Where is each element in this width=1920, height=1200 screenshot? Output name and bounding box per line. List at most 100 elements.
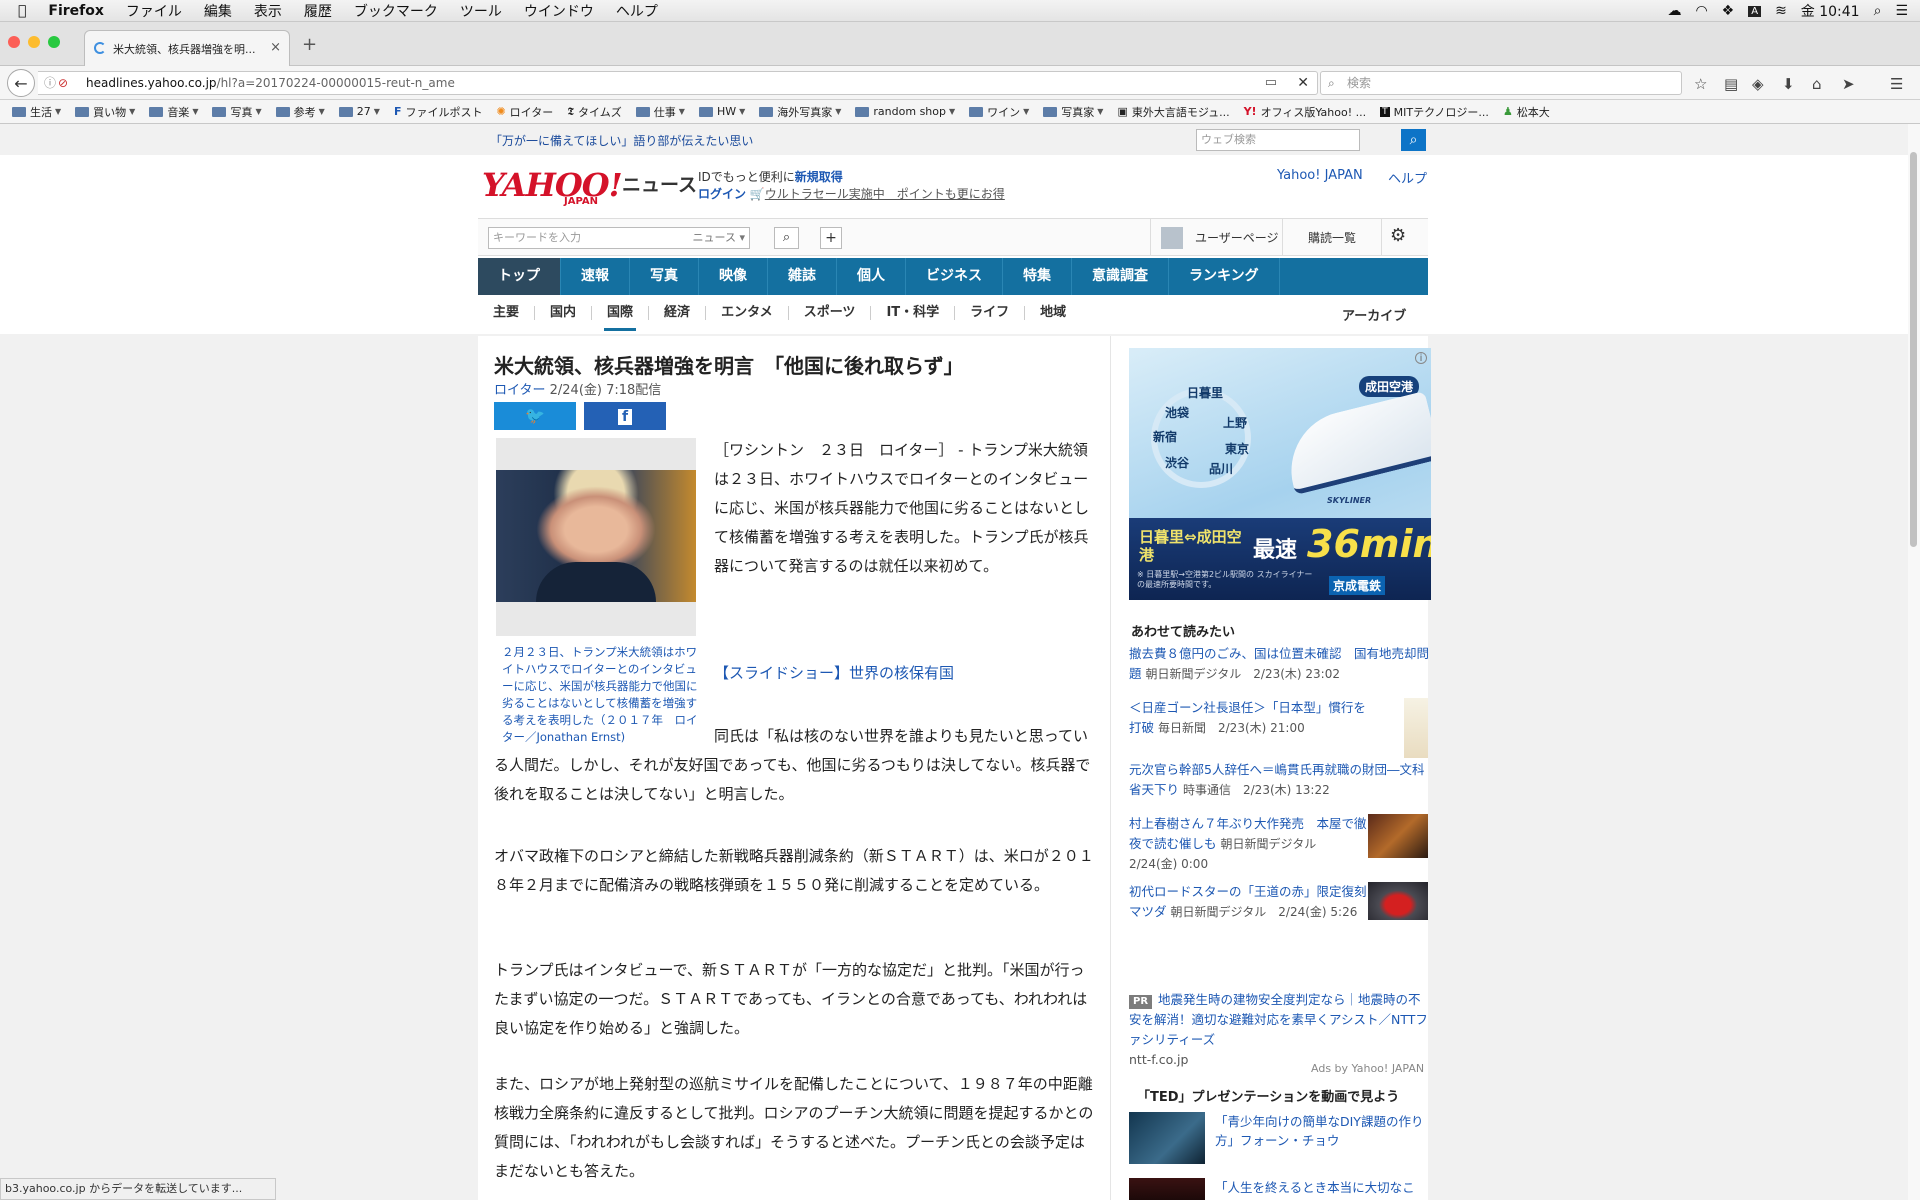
bookmark-folder[interactable]: 生活 ▼ <box>12 104 61 120</box>
share-icon[interactable]: ➤ <box>1842 75 1855 93</box>
menu-view[interactable]: 表示 <box>254 1 282 21</box>
bookmark-folder[interactable]: 買い物 ▼ <box>75 104 135 120</box>
add-button[interactable]: + <box>820 227 842 249</box>
hamburger-menu-icon[interactable]: ☰ <box>1890 75 1903 93</box>
bookmark-folder[interactable]: 写真 ▼ <box>212 104 262 120</box>
gear-icon[interactable]: ⚙ <box>1390 225 1406 246</box>
gnav-photo[interactable]: 写真 <box>630 258 699 295</box>
minimize-window-button[interactable] <box>28 36 40 48</box>
close-window-button[interactable] <box>8 36 20 48</box>
menu-bookmarks[interactable]: ブックマーク <box>354 1 438 21</box>
subscriptions-link[interactable]: 購読一覧 <box>1282 219 1382 256</box>
ultra-sale-link[interactable]: ウルトラセール実施中 ポイントも更にお得 <box>765 187 1005 201</box>
tab-sports[interactable]: スポーツ <box>789 295 871 331</box>
bookmark-folder[interactable]: ワイン ▼ <box>969 104 1029 120</box>
bookmark-link[interactable]: Y! オフィス版Yahoo! ... <box>1244 104 1367 120</box>
gnav-flash[interactable]: 速報 <box>561 258 630 295</box>
home-icon[interactable]: ⌂ <box>1812 75 1822 93</box>
pocket-icon[interactable]: ◈ <box>1752 75 1764 93</box>
tracking-shield-icon[interactable]: ⊘ <box>58 72 68 94</box>
input-method-icon[interactable]: A <box>1748 5 1762 17</box>
scrollbar-thumb[interactable] <box>1910 152 1917 547</box>
facebook-share-button[interactable]: f <box>584 402 666 430</box>
slideshow-link[interactable]: 【スライドショー】世界の核保有国 <box>714 662 954 683</box>
new-tab-button[interactable]: + <box>302 34 317 55</box>
bookmark-link[interactable]: ✺ ロイター <box>496 104 553 120</box>
gnav-video[interactable]: 映像 <box>699 258 768 295</box>
notification-center-icon[interactable]: ☰ <box>1895 3 1908 19</box>
browser-search-field[interactable]: ⌕ 検索 <box>1320 71 1682 95</box>
wifi-status-icon[interactable]: ◠ <box>1695 3 1707 19</box>
menu-help[interactable]: ヘルプ <box>616 1 658 21</box>
related-thumbnail[interactable] <box>1368 814 1428 858</box>
apple-icon[interactable]:  <box>18 3 26 19</box>
web-search-input[interactable]: ウェブ検索 <box>1196 129 1360 151</box>
ad-info-icon[interactable]: i <box>1415 352 1427 364</box>
menu-file[interactable]: ファイル <box>126 1 182 21</box>
bookmark-link[interactable]: F ファイルポスト <box>394 104 483 120</box>
tab-domestic[interactable]: 国内 <box>535 295 591 331</box>
tab-economy[interactable]: 経済 <box>649 295 705 331</box>
clock[interactable]: 金 10:41 <box>1801 1 1860 21</box>
article-photo[interactable] <box>496 470 696 602</box>
bookmark-link[interactable]: T MITテクノロジー... <box>1380 104 1489 120</box>
ads-by-label[interactable]: Ads by Yahoo! JAPAN <box>1311 1062 1424 1075</box>
related-item[interactable]: 元次官ら幹部5人辞任へ＝嶋貫氏再就職の財団―文科省天下り 時事通信 2/23(木… <box>1129 760 1429 800</box>
tab-life[interactable]: ライフ <box>955 295 1024 331</box>
yahoo-logo[interactable]: YAHOO! <box>482 166 623 204</box>
bookmark-folder[interactable]: HW ▼ <box>698 105 745 118</box>
web-search-button[interactable]: ⌕ <box>1401 129 1426 151</box>
menu-edit[interactable]: 編集 <box>204 1 232 21</box>
menu-app-name[interactable]: Firefox <box>48 3 104 19</box>
tab-local[interactable]: 地域 <box>1025 295 1081 331</box>
bookmark-folder[interactable]: 写真家 ▼ <box>1043 104 1103 120</box>
gnav-business[interactable]: ビジネス <box>906 258 1003 295</box>
tab-international[interactable]: 国際 <box>592 295 648 331</box>
keyword-search-button[interactable]: ⌕ <box>774 227 799 249</box>
gnav-magazine[interactable]: 雑誌 <box>768 258 837 295</box>
tab-active[interactable]: 米大統領、核兵器増強を明... × <box>84 30 290 66</box>
bookmark-link[interactable]: 𝕿 タイムズ <box>567 104 622 120</box>
page-scrollbar[interactable] <box>1908 124 1920 1200</box>
bookmark-folder[interactable]: 仕事 ▼ <box>635 104 685 120</box>
related-item[interactable]: 村上春樹さん７年ぶり大作発売 本屋で徹夜で読む催しも 朝日新聞デジタル 2/24… <box>1129 814 1367 874</box>
zoom-window-button[interactable] <box>48 36 60 48</box>
bookmark-folder[interactable]: random shop ▼ <box>855 105 955 118</box>
stop-loading-icon[interactable]: ✕ <box>1297 72 1309 94</box>
creative-cloud-icon[interactable]: ☁ <box>1667 3 1681 19</box>
reading-list-icon[interactable]: ▤ <box>1724 75 1738 93</box>
gnav-top[interactable]: トップ <box>478 258 561 295</box>
related-thumbnail[interactable] <box>1404 698 1428 758</box>
bookmark-folder[interactable]: 音楽 ▼ <box>149 104 198 120</box>
close-tab-icon[interactable]: × <box>270 40 281 55</box>
tab-entertainment[interactable]: エンタメ <box>706 295 788 331</box>
source-link[interactable]: ロイター <box>494 383 545 398</box>
downloads-icon[interactable]: ⬇ <box>1782 75 1795 93</box>
skyliner-ad[interactable]: 日暮里 池袋 上野 新宿 東京 渋谷 品川 成田空港 SKYLINER 日暮里⇔… <box>1129 348 1431 600</box>
menu-tools[interactable]: ツール <box>460 1 502 21</box>
reader-view-icon[interactable]: ▭ <box>1265 72 1277 94</box>
bookmark-link[interactable]: ♟ 松本大 <box>1503 104 1550 120</box>
bookmark-folder[interactable]: 27 ▼ <box>338 105 380 118</box>
bookmark-folder[interactable]: 参考 ▼ <box>275 104 325 120</box>
gnav-personal[interactable]: 個人 <box>837 258 906 295</box>
news-logo-text[interactable]: ニュース <box>622 170 697 197</box>
gnav-feature[interactable]: 特集 <box>1003 258 1072 295</box>
gnav-survey[interactable]: 意識調査 <box>1072 258 1169 295</box>
promo-link[interactable]: 「万が一に備えてほしい」語り部が伝えたい思い <box>490 132 753 149</box>
wifi-icon[interactable]: ≋ <box>1775 3 1787 19</box>
bookmark-link[interactable]: ▣ 東外大言語モジュ... <box>1117 104 1229 120</box>
login-link[interactable]: ログイン <box>698 187 746 201</box>
gnav-ranking[interactable]: ランキング <box>1169 258 1280 295</box>
pr-ad[interactable]: PR 地震発生時の建物安全度判定なら｜地震時の不安を解消！適切な避難対応を素早くア… <box>1129 990 1429 1070</box>
user-page-link[interactable]: ユーザーページ <box>1150 219 1282 256</box>
related-item[interactable]: 撤去費８億円のごみ、国は位置未確認 国有地売却問題 朝日新聞デジタル 2/23(… <box>1129 644 1429 684</box>
dropbox-icon[interactable]: ❖ <box>1722 3 1735 19</box>
signup-link[interactable]: 新規取得 <box>795 170 843 184</box>
menu-history[interactable]: 履歴 <box>304 1 332 21</box>
related-item[interactable]: ＜日産ゴーン社長退任＞「日本型」慣行を打破 毎日新聞 2/23(木) 21:00 <box>1129 698 1367 738</box>
keyword-search-input[interactable]: キーワードを入力 ニュース ▾ <box>488 227 750 249</box>
back-button[interactable]: ← <box>7 69 35 97</box>
bookmark-star-icon[interactable]: ☆ <box>1694 75 1707 93</box>
info-icon[interactable]: ⓘ <box>44 72 56 94</box>
